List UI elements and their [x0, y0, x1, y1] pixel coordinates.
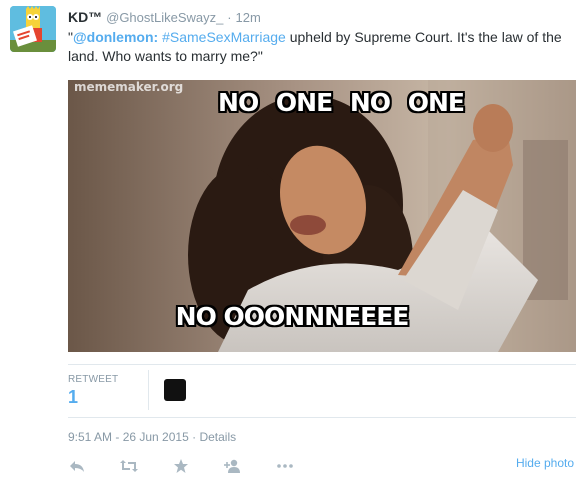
more-icon[interactable] — [276, 457, 294, 475]
retweet-stat[interactable]: RETWEET 1 — [68, 374, 118, 408]
tweet-text: "@donlemon: #SameSexMarriage upheld by S… — [68, 28, 576, 66]
tweet-photo[interactable]: mememaker.org NO ONE NO ONE NO OOONNNEEE… — [68, 80, 576, 352]
stats-divider-top — [68, 364, 576, 365]
favorite-icon[interactable] — [172, 457, 190, 475]
mention-colon: : — [153, 29, 159, 45]
avatar-image — [10, 6, 56, 52]
hide-photo-link[interactable]: Hide photo — [516, 456, 574, 470]
tweet-time[interactable]: 12m — [236, 10, 261, 25]
header-separator: · — [227, 10, 232, 25]
meta-separator: · — [192, 430, 197, 444]
retweeter-avatar[interactable] — [164, 379, 186, 401]
tweet-timestamp[interactable]: 9:51 AM - 26 Jun 2015 — [68, 430, 189, 444]
reply-icon[interactable] — [68, 457, 86, 475]
retweet-stat-count: 1 — [68, 387, 79, 407]
tweet-actions — [68, 457, 328, 475]
avatar[interactable] — [10, 6, 56, 52]
mention-link[interactable]: @donlemon — [73, 29, 154, 45]
details-link[interactable]: Details — [199, 430, 236, 444]
hashtag-link[interactable]: #SameSexMarriage — [162, 29, 286, 45]
stats-divider-bottom — [68, 417, 576, 418]
meme-bottom-caption: NO OOONNNEEEE — [175, 302, 410, 331]
follow-icon[interactable] — [224, 457, 242, 475]
tweet-header: KD™ @GhostLikeSwayz_ · 12m — [68, 8, 261, 27]
tweet-meta: 9:51 AM - 26 Jun 2015 · Details — [68, 430, 236, 444]
meme-top-caption: NO ONE NO ONE — [218, 88, 465, 117]
stats-separator — [148, 370, 149, 410]
retweet-stat-label: RETWEET — [68, 374, 119, 385]
author-name[interactable]: KD™ — [68, 9, 102, 25]
retweet-icon[interactable] — [120, 457, 138, 475]
author-handle[interactable]: @GhostLikeSwayz_ — [106, 10, 223, 25]
